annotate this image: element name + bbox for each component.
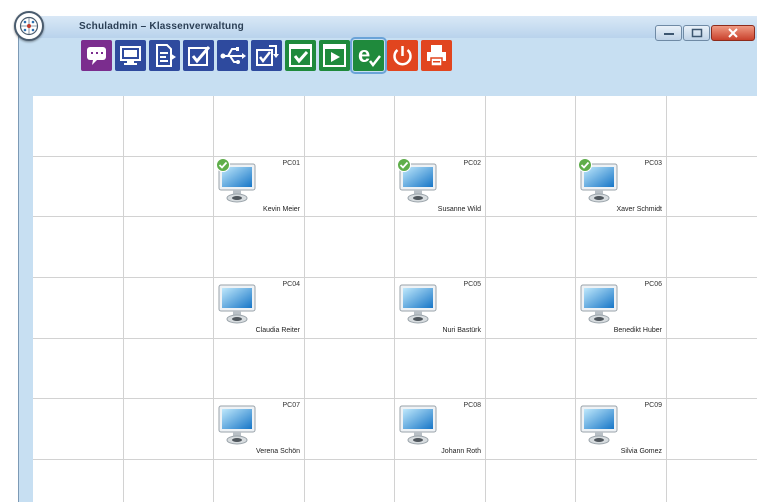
computer-user: Nuri Bastürk (442, 327, 481, 334)
computer-id: PC09 (644, 402, 662, 409)
computer-tile[interactable]: PC08 Johann Roth (395, 398, 485, 458)
online-check-icon (397, 158, 411, 172)
computer-tile[interactable]: PC01 Kevin Meier (214, 156, 304, 216)
computer-id: PC06 (644, 281, 662, 288)
computer-id: PC02 (463, 160, 481, 167)
presentation-button[interactable] (319, 40, 350, 71)
computer-user: Benedikt Huber (613, 327, 662, 334)
collect-task-button[interactable] (251, 40, 282, 71)
computer-id: PC01 (282, 160, 300, 167)
svg-text:e: e (358, 42, 370, 67)
monitor-icon (218, 405, 256, 445)
usb-button[interactable] (217, 40, 248, 71)
computer-user: Kevin Meier (263, 206, 300, 213)
computer-id: PC05 (463, 281, 481, 288)
assign-task-button[interactable] (183, 40, 214, 71)
print-button[interactable] (421, 40, 452, 71)
monitor-icon (120, 46, 141, 65)
title-bar: Schuladmin – Klassenverwaltung (19, 16, 757, 41)
checkbox-return-icon (256, 45, 279, 66)
computer-user: Verena Schön (256, 448, 300, 455)
window-title: Schuladmin – Klassenverwaltung (79, 21, 244, 32)
online-check-icon (216, 158, 230, 172)
exam-window-button[interactable] (285, 40, 316, 71)
monitor-icon (218, 284, 256, 324)
computer-user: Johann Roth (441, 448, 481, 455)
screen-view-button[interactable] (115, 40, 146, 71)
computer-tile[interactable]: PC04 Claudia Reiter (214, 277, 304, 337)
computer-id: PC04 (282, 281, 300, 288)
window-check-icon (289, 44, 312, 67)
computer-id: PC07 (282, 402, 300, 409)
internet-explorer-check-icon: e (358, 42, 381, 68)
internet-allow-button[interactable]: e (350, 37, 387, 74)
window-play-icon (323, 44, 346, 67)
computer-tile[interactable]: PC05 Nuri Bastürk (395, 277, 485, 337)
computer-user: Silvia Gomez (620, 448, 662, 455)
computer-id: PC08 (463, 402, 481, 409)
computer-tile[interactable]: PC07 Verena Schön (214, 398, 304, 458)
power-icon (393, 46, 412, 66)
monitor-icon (580, 405, 618, 445)
document-arrow-icon (156, 44, 176, 67)
send-document-button[interactable] (149, 40, 180, 71)
computer-user: Claudia Reiter (255, 327, 300, 334)
monitor-icon (399, 284, 437, 324)
computer-tile[interactable]: PC03 Xaver Schmidt (576, 156, 666, 216)
minimize-button[interactable] (655, 25, 682, 41)
chat-bubble-icon (87, 47, 106, 65)
computer-tile[interactable]: PC09 Silvia Gomez (576, 398, 666, 458)
checkbox-icon (188, 46, 211, 66)
seating-grid: PC01 Kevin Meier PC02 Susanne Wild PC03 … (33, 96, 757, 502)
message-button[interactable] (81, 40, 112, 71)
online-check-icon (578, 158, 592, 172)
monitor-icon (399, 405, 437, 445)
computer-user: Susanne Wild (437, 206, 481, 213)
printer-icon (427, 45, 446, 67)
maximize-button[interactable] (683, 25, 710, 41)
computer-id: PC03 (644, 160, 662, 167)
maximize-icon (691, 28, 702, 38)
monitor-icon (580, 284, 618, 324)
close-icon (728, 28, 738, 38)
network-logo-icon (14, 11, 44, 41)
computer-tile[interactable]: PC02 Susanne Wild (395, 156, 485, 216)
minimize-icon (663, 33, 674, 35)
computer-tile[interactable]: PC06 Benedikt Huber (576, 277, 666, 337)
usb-icon (220, 47, 246, 64)
computer-user: Xaver Schmidt (616, 206, 662, 213)
close-button[interactable] (711, 25, 755, 41)
shutdown-button[interactable] (387, 40, 418, 71)
